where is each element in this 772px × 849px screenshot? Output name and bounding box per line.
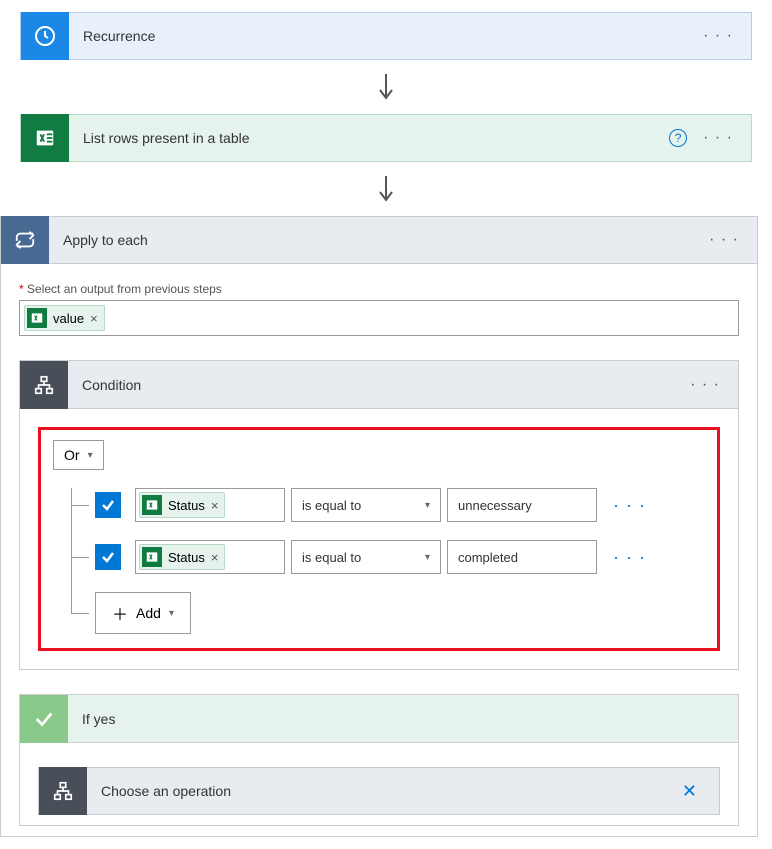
output-input[interactable]: value ×	[19, 300, 739, 336]
value-input[interactable]: unnecessary	[447, 488, 597, 522]
remove-token-icon[interactable]: ×	[211, 498, 219, 513]
recurrence-menu[interactable]: · · ·	[703, 27, 733, 45]
recurrence-title: Recurrence	[69, 28, 703, 44]
loop-icon	[1, 216, 49, 264]
chevron-down-icon: ▾	[169, 608, 174, 619]
excel-title: List rows present in a table	[69, 130, 669, 146]
remove-token-icon[interactable]: ×	[211, 550, 219, 565]
value-input[interactable]: completed	[447, 540, 597, 574]
condition-rules-box: Or▾	[38, 427, 720, 651]
token-label: value	[53, 311, 84, 326]
token-label: Status	[168, 550, 205, 565]
if-yes-card[interactable]: If yes	[20, 695, 738, 743]
value-token[interactable]: value ×	[24, 305, 105, 331]
excel-icon	[21, 114, 69, 162]
field-input[interactable]: Status ×	[135, 488, 285, 522]
apply-menu[interactable]: · · ·	[709, 231, 739, 249]
close-icon[interactable]: ✕	[682, 781, 701, 802]
row-menu[interactable]: · · ·	[603, 495, 656, 516]
operator-dropdown[interactable]: is equal to▾	[291, 540, 441, 574]
apply-card[interactable]: Apply to each · · ·	[0, 216, 758, 264]
excel-icon	[142, 547, 162, 567]
condition-row: Status × is equal to▾ unnecessary · · ·	[71, 488, 705, 522]
excel-card[interactable]: List rows present in a table ? · · ·	[20, 114, 752, 162]
excel-icon	[27, 308, 47, 328]
token-label: Status	[168, 498, 205, 513]
arrow-icon	[20, 162, 752, 216]
chevron-down-icon: ▾	[425, 552, 430, 563]
clock-icon	[21, 12, 69, 60]
row-checkbox[interactable]	[95, 492, 121, 518]
plus-icon: ＋	[112, 601, 128, 625]
excel-icon	[142, 495, 162, 515]
status-token[interactable]: Status ×	[139, 492, 225, 518]
status-token[interactable]: Status ×	[139, 544, 225, 570]
condition-row: Status × is equal to▾ completed · · ·	[71, 540, 705, 574]
logic-operator-dropdown[interactable]: Or▾	[53, 440, 104, 470]
condition-title: Condition	[68, 377, 690, 393]
select-output-label: * Select an output from previous steps	[19, 282, 739, 296]
recurrence-card[interactable]: Recurrence · · ·	[20, 12, 752, 60]
condition-card[interactable]: Condition · · ·	[20, 361, 738, 409]
condition-icon	[20, 361, 68, 409]
apply-title: Apply to each	[49, 232, 709, 248]
add-condition-button[interactable]: ＋ Add ▾	[95, 592, 191, 634]
choose-operation-card[interactable]: Choose an operation ✕	[38, 767, 720, 815]
remove-token-icon[interactable]: ×	[90, 311, 98, 326]
field-input[interactable]: Status ×	[135, 540, 285, 574]
condition-menu[interactable]: · · ·	[690, 376, 720, 394]
chevron-down-icon: ▾	[88, 450, 93, 461]
choose-operation-title: Choose an operation	[87, 783, 682, 799]
operation-icon	[39, 767, 87, 815]
if-yes-title: If yes	[68, 711, 738, 727]
operator-dropdown[interactable]: is equal to▾	[291, 488, 441, 522]
row-checkbox[interactable]	[95, 544, 121, 570]
row-menu[interactable]: · · ·	[603, 547, 656, 568]
arrow-icon	[20, 60, 752, 114]
excel-menu[interactable]: · · ·	[703, 129, 733, 147]
help-icon[interactable]: ?	[669, 129, 687, 147]
checkmark-icon	[20, 695, 68, 743]
chevron-down-icon: ▾	[425, 500, 430, 511]
